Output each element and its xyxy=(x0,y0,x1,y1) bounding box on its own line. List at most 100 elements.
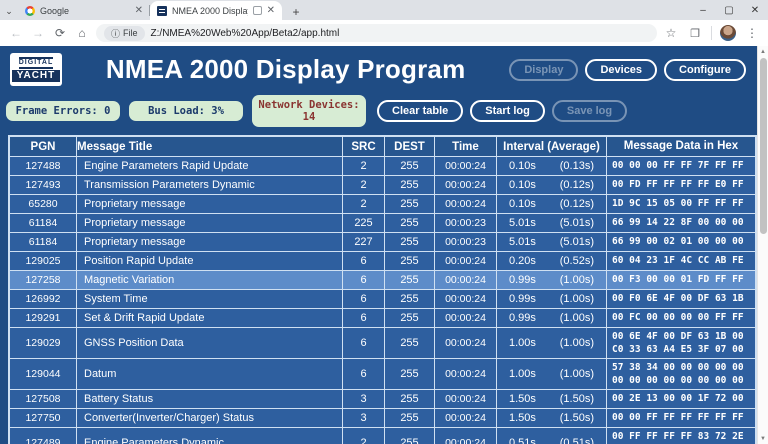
table-row[interactable]: 127489Engine Parameters Dynamic225500:00… xyxy=(10,428,755,444)
clear-table-button[interactable]: Clear table xyxy=(377,100,463,122)
cell-dest: 255 xyxy=(385,428,435,444)
network-devices-badge: Network Devices: 14 xyxy=(252,95,366,127)
cell-time: 00:00:24 xyxy=(435,195,497,213)
table-row[interactable]: 61184Proprietary message22725500:00:235.… xyxy=(10,233,755,252)
table-row[interactable]: 127493Transmission Parameters Dynamic225… xyxy=(10,176,755,195)
interval-values: 0.10s(0.12s) xyxy=(497,198,606,210)
digital-yacht-logo: DIGITAL YACHT xyxy=(10,53,62,86)
cell-src: 6 xyxy=(343,271,385,289)
interval-values: 1.00s(1.00s) xyxy=(497,368,606,380)
minimize-button[interactable]: – xyxy=(690,0,716,20)
table-header-row: PGNMessage TitleSRCDESTTimeInterval (Ave… xyxy=(10,137,755,157)
url-field[interactable]: ⓘ File Z:/NMEA%20Web%20App/Beta2/app.htm… xyxy=(96,24,657,42)
table-row[interactable]: 127258Magnetic Variation625500:00:240.99… xyxy=(10,271,755,290)
cell-message-title: Converter(Inverter/Charger) Status xyxy=(77,409,343,427)
cell-interval: 0.51s(0.51s) xyxy=(497,428,607,444)
interval-values: 0.99s(1.00s) xyxy=(497,293,606,305)
interval-values: 1.50s (1.50s) xyxy=(497,412,606,424)
page-nav: Display Devices Configure xyxy=(509,59,746,81)
table-row[interactable]: 61184Proprietary message22525500:00:235.… xyxy=(10,214,755,233)
profile-avatar[interactable] xyxy=(720,25,736,41)
table-row[interactable]: 129291Set & Drift Rapid Update625500:00:… xyxy=(10,309,755,328)
display-button[interactable]: Display xyxy=(509,59,578,81)
column-header: Message Data in Hex xyxy=(607,137,755,156)
interval-header-inner: Interval (Average) xyxy=(497,141,606,153)
cell-dest: 255 xyxy=(385,309,435,327)
cell-pgn: 65280 xyxy=(10,195,77,213)
forward-icon[interactable]: → xyxy=(30,26,46,40)
status-toolbar: Frame Errors: 0 Bus Load: 3% Network Dev… xyxy=(0,90,768,133)
back-icon[interactable]: ← xyxy=(8,26,24,40)
interval-value: 1.00s xyxy=(509,368,536,380)
interval-values: 1.50s(1.50s) xyxy=(497,393,606,405)
hex-line: 00 FC 00 00 00 00 FF FF xyxy=(612,311,744,324)
cell-hex-data: 00 FC 00 00 00 00 FF FF xyxy=(607,309,755,327)
cell-hex-data: 00 F0 6E 4F 00 DF 63 1B xyxy=(607,290,755,308)
interval-values: 0.10s(0.13s) xyxy=(497,160,606,172)
hex-line: 00 F3 00 00 01 FD FF FF xyxy=(612,273,744,286)
interval-average: (1.50s) xyxy=(560,393,594,405)
cell-message-title: System Time xyxy=(77,290,343,308)
digital-yacht-favicon-icon xyxy=(157,6,167,16)
interval-average: (5.01s) xyxy=(560,217,594,229)
cell-hex-data: 00 00 FF FF FF FF FF FF xyxy=(607,409,755,427)
table-row[interactable]: 127488Engine Parameters Rapid Update2255… xyxy=(10,157,755,176)
cell-time: 00:00:23 xyxy=(435,233,497,251)
divider xyxy=(711,26,712,40)
cell-dest: 255 xyxy=(385,409,435,427)
close-button[interactable]: ✕ xyxy=(742,0,768,20)
cell-time: 00:00:24 xyxy=(435,328,497,358)
cell-hex-data: 00 F3 00 00 01 FD FF FF xyxy=(607,271,755,289)
table-row[interactable]: 129025Position Rapid Update625500:00:240… xyxy=(10,252,755,271)
maximize-button[interactable]: ▢ xyxy=(716,0,742,20)
hex-line: 00 00 00 FF FF 7F FF FF xyxy=(612,159,744,172)
table-row[interactable]: 126992System Time625500:00:240.99s(1.00s… xyxy=(10,290,755,309)
interval-value: 1.50s xyxy=(509,412,536,424)
cell-dest: 255 xyxy=(385,214,435,232)
save-log-button[interactable]: Save log xyxy=(552,100,627,122)
cell-pgn: 127508 xyxy=(10,390,77,408)
bookmark-star-icon[interactable]: ☆ xyxy=(663,26,679,40)
scroll-up-icon[interactable]: ▲ xyxy=(758,46,768,57)
tab-google[interactable]: Google ✕ xyxy=(18,1,150,20)
cell-hex-data: 00 FF FF FF FF 83 72 2E13 FF 7F FF FF FF… xyxy=(607,428,755,444)
column-header: SRC xyxy=(343,137,385,156)
cell-interval: 0.10s(0.12s) xyxy=(497,176,607,194)
table-row[interactable]: 127508Battery Status325500:00:241.50s(1.… xyxy=(10,390,755,409)
home-icon[interactable]: ⌂ xyxy=(74,26,90,40)
cell-message-title: Proprietary message xyxy=(77,195,343,213)
interval-value: 5.01s xyxy=(509,236,536,248)
reload-icon[interactable]: ⟳ xyxy=(52,26,68,40)
tab-options-icon[interactable] xyxy=(253,6,262,15)
tab-close-icon[interactable]: ✕ xyxy=(267,6,275,16)
extensions-icon[interactable]: ❐ xyxy=(687,27,703,40)
scroll-down-icon[interactable]: ▼ xyxy=(758,433,768,444)
start-log-button[interactable]: Start log xyxy=(470,100,545,122)
interval-value: 0.99s xyxy=(509,312,536,324)
table-row[interactable]: 127750Converter(Inverter/Charger) Status… xyxy=(10,409,755,428)
table-row[interactable]: 129044Datum625500:00:241.00s(1.00s)57 38… xyxy=(10,359,755,390)
scrollbar-thumb[interactable] xyxy=(760,58,767,234)
page-title: NMEA 2000 Display Program xyxy=(62,54,509,85)
cell-time: 00:00:24 xyxy=(435,176,497,194)
page-scrollbar[interactable]: ▲ ▼ xyxy=(757,46,768,444)
cell-interval: 1.50s(1.50s) xyxy=(497,390,607,408)
devices-button[interactable]: Devices xyxy=(585,59,657,81)
browser-menu-icon[interactable]: ⋮ xyxy=(744,26,760,40)
cell-pgn: 129044 xyxy=(10,359,77,389)
tab-search-chevron-icon[interactable]: ⌄ xyxy=(0,2,18,20)
file-scheme-chip[interactable]: ⓘ File xyxy=(104,26,145,41)
tab-nmea-display[interactable]: NMEA 2000 Display Progra ✕ xyxy=(150,1,282,20)
interval-average: (5.01s) xyxy=(560,236,594,248)
interval-average: (1.50s) xyxy=(560,412,594,424)
cell-pgn: 126992 xyxy=(10,290,77,308)
frame-errors-badge: Frame Errors: 0 xyxy=(6,101,120,121)
tab-close-icon[interactable]: ✕ xyxy=(135,6,143,16)
interval-values: 0.99s(1.00s) xyxy=(497,312,606,324)
configure-button[interactable]: Configure xyxy=(664,59,746,81)
cell-pgn: 127750 xyxy=(10,409,77,427)
table-row[interactable]: 65280Proprietary message225500:00:240.10… xyxy=(10,195,755,214)
new-tab-button[interactable]: + xyxy=(288,4,304,20)
cell-interval: 1.50s (1.50s) xyxy=(497,409,607,427)
table-row[interactable]: 129029GNSS Position Data625500:00:241.00… xyxy=(10,328,755,359)
